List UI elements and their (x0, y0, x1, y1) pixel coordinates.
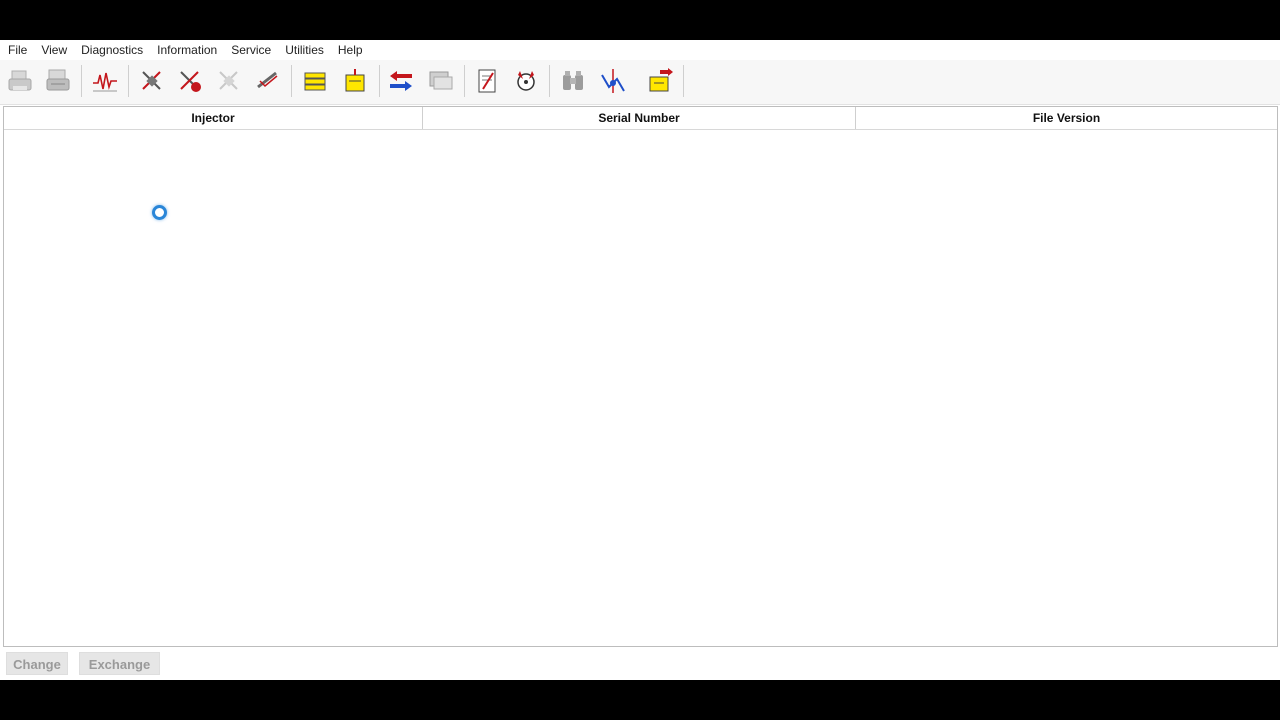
module-stack-icon[interactable] (300, 66, 330, 96)
injector-disabled-icon[interactable] (214, 66, 244, 96)
calibration-icon[interactable] (511, 66, 541, 96)
print-preview-icon[interactable] (43, 66, 73, 96)
transfer-arrows-icon[interactable] (386, 66, 416, 96)
toolbar-separator (128, 65, 129, 97)
grid-header: Injector Serial Number File Version (4, 107, 1277, 130)
menu-bar: File View Diagnostics Information Servic… (0, 40, 1280, 60)
toolbar-separator (379, 65, 380, 97)
injector-grid[interactable]: Injector Serial Number File Version (3, 106, 1278, 647)
menu-diagnostics[interactable]: Diagnostics (74, 40, 150, 60)
screen-capture-icon[interactable] (425, 66, 455, 96)
injector-test-alt-icon[interactable] (175, 66, 205, 96)
change-button[interactable]: Change (6, 652, 68, 675)
export-yellow-icon[interactable] (645, 66, 675, 96)
menu-service[interactable]: Service (224, 40, 278, 60)
print-icon[interactable] (5, 66, 35, 96)
exchange-button[interactable]: Exchange (79, 652, 160, 675)
menu-help[interactable]: Help (331, 40, 370, 60)
menu-view[interactable]: View (34, 40, 74, 60)
column-file-version[interactable]: File Version (856, 107, 1277, 129)
toolbar (0, 60, 1280, 105)
injector-check-icon[interactable] (253, 66, 283, 96)
menu-information[interactable]: Information (150, 40, 224, 60)
loading-spinner-icon (152, 205, 167, 220)
column-injector[interactable]: Injector (4, 107, 423, 129)
toolbar-separator (683, 65, 684, 97)
toolbar-separator (291, 65, 292, 97)
waveform-icon[interactable] (90, 66, 120, 96)
app-window: File View Diagnostics Information Servic… (0, 40, 1280, 680)
toolbar-separator (464, 65, 465, 97)
graph-cursor-icon[interactable] (598, 66, 628, 96)
notepad-icon[interactable] (472, 66, 502, 96)
column-serial-number[interactable]: Serial Number (423, 107, 856, 129)
menu-utilities[interactable]: Utilities (278, 40, 331, 60)
injector-test-icon[interactable] (137, 66, 167, 96)
toolbar-separator (549, 65, 550, 97)
module-yellow-icon[interactable] (340, 66, 370, 96)
binoculars-icon[interactable] (558, 66, 588, 96)
toolbar-separator (81, 65, 82, 97)
menu-file[interactable]: File (0, 40, 34, 60)
